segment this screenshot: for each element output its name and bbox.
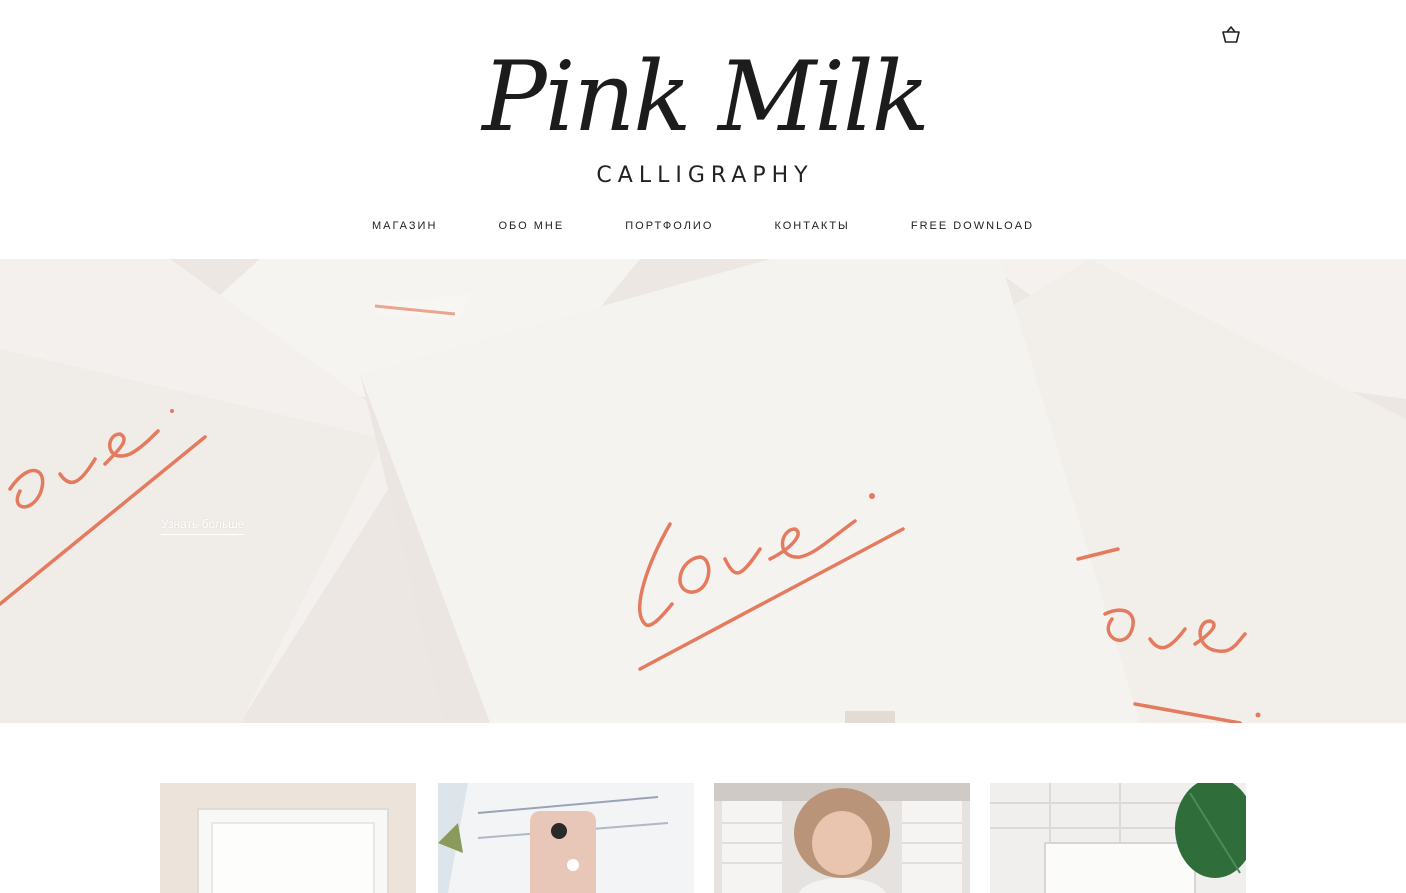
gallery-tile-phone[interactable] bbox=[438, 783, 694, 893]
site-logo[interactable]: Pink Milk CALLIGRAPHY bbox=[470, 20, 940, 195]
nav-item-about[interactable]: ОБО МНЕ bbox=[498, 220, 564, 232]
gallery-tile-portrait[interactable] bbox=[714, 783, 970, 893]
hero-image bbox=[0, 259, 1406, 723]
nav-item-shop[interactable]: МАГАЗИН bbox=[372, 220, 437, 232]
hero-banner: Узнать больше bbox=[0, 259, 1406, 723]
nav-item-portfolio[interactable]: ПОРТФОЛИО bbox=[625, 220, 713, 232]
cart-icon[interactable] bbox=[1220, 24, 1242, 44]
nav-item-contacts[interactable]: КОНТАКТЫ bbox=[774, 220, 849, 232]
gallery-grid bbox=[160, 783, 1246, 893]
learn-more-link[interactable]: Узнать больше bbox=[161, 517, 245, 535]
logo-script: Pink Milk bbox=[480, 41, 928, 153]
main-navigation: МАГАЗИН ОБО МНЕ ПОРТФОЛИО КОНТАКТЫ FREE … bbox=[0, 220, 1406, 232]
gallery-tile-frame[interactable] bbox=[160, 783, 416, 893]
logo-subtitle: CALLIGRAPHY bbox=[596, 163, 813, 188]
nav-item-free-download[interactable]: FREE DOWNLOAD bbox=[911, 220, 1034, 232]
gallery-tile-plant[interactable] bbox=[990, 783, 1246, 893]
